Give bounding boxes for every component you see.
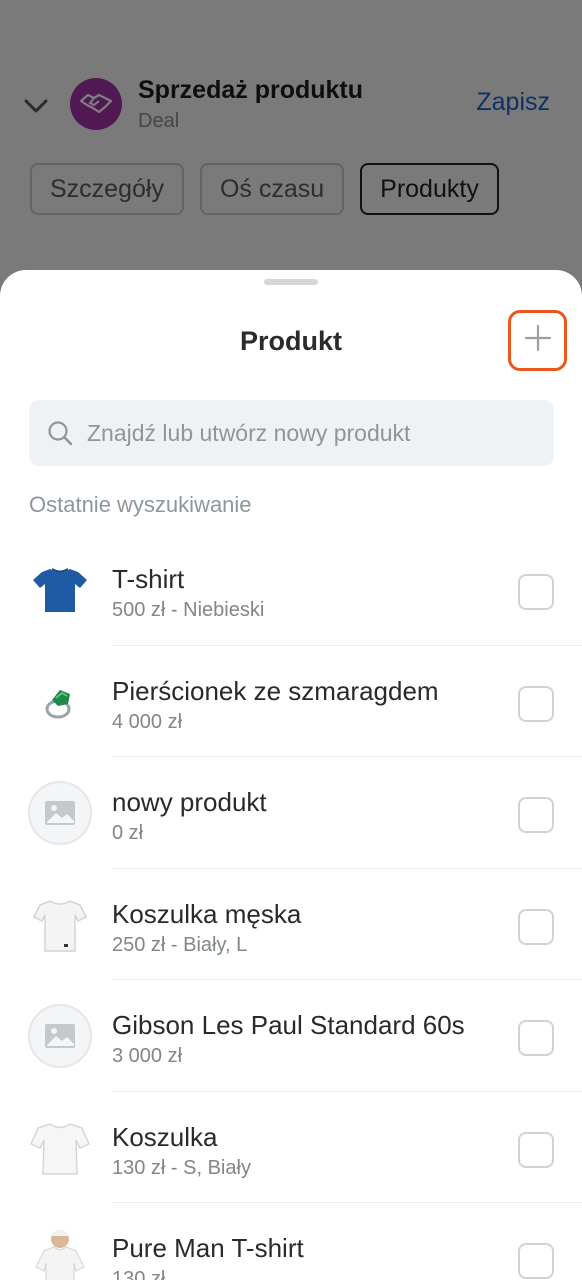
image-placeholder-icon [28, 781, 92, 845]
white-tshirt-image [28, 1116, 92, 1180]
product-meta: 4 000 zł [112, 710, 183, 733]
product-meta: 500 zł - Niebieski [112, 599, 265, 621]
product-checkbox[interactable] [518, 574, 554, 610]
list-item[interactable]: Koszulka 130 zł - S, Biały [0, 1092, 582, 1203]
product-checkbox[interactable] [518, 1131, 554, 1168]
deal-title: Sprzedaż produktu [138, 76, 364, 104]
search-box [29, 400, 554, 466]
product-checkbox[interactable] [518, 797, 554, 833]
sheet-title: Produkt [239, 326, 342, 356]
product-name: T-shirt [112, 564, 185, 594]
list-item[interactable]: T-shirt 500 zł - Niebieski [0, 534, 582, 646]
save-button[interactable]: Zapisz [476, 88, 550, 117]
product-meta: 130 zł - S, Biały [112, 1156, 251, 1179]
product-checkbox[interactable] [518, 1243, 554, 1279]
drag-handle[interactable] [264, 279, 318, 285]
search-input[interactable] [87, 400, 537, 466]
product-name: Pure Man T-shirt [112, 1233, 304, 1263]
blue-tshirt-image [28, 558, 92, 622]
plus-icon [523, 323, 553, 358]
deal-tabs: Szczegóły Oś czasu Produkty [30, 163, 499, 215]
product-meta: 250 zł - Biały, L [112, 933, 248, 956]
product-name: Koszulka męska [112, 898, 302, 929]
emerald-ring-image [28, 670, 92, 734]
chevron-down-icon[interactable] [22, 92, 50, 120]
deal-screen: Sprzedaż produktu Deal Zapisz Szczegóły … [0, 0, 582, 300]
deal-subtitle: Deal [138, 110, 180, 132]
product-name: Pierścionek ze szmaragdem [112, 675, 439, 706]
white-tshirt-image [28, 893, 92, 957]
product-name: Koszulka [112, 1121, 218, 1152]
product-checkbox[interactable] [518, 685, 554, 722]
man-tshirt-image [28, 1227, 92, 1280]
product-meta: 0 zł [112, 822, 144, 844]
search-icon [47, 420, 73, 446]
deal-header: Sprzedaż produktu Deal Zapisz [0, 70, 582, 140]
image-placeholder-icon [28, 1004, 92, 1068]
list-item[interactable]: Gibson Les Paul Standard 60s 3 000 zł [0, 980, 582, 1092]
list-item[interactable]: nowy produkt 0 zł [0, 757, 582, 869]
list-item[interactable]: Koszulka męska 250 zł - Biały, L [0, 869, 582, 980]
tab-timeline[interactable]: Oś czasu [199, 163, 345, 215]
product-name: nowy produkt [112, 787, 267, 817]
list-item[interactable]: Pierścionek ze szmaragdem 4 000 zł [0, 646, 582, 757]
product-meta: 130 zł [112, 1268, 166, 1280]
product-checkbox[interactable] [518, 908, 554, 945]
add-product-button[interactable] [508, 310, 567, 371]
product-meta: 3 000 zł [112, 1045, 183, 1067]
product-list: T-shirt 500 zł - Niebieski Pierścionek z… [0, 534, 582, 1280]
tab-products[interactable]: Produkty [360, 163, 499, 215]
tab-details[interactable]: Szczegóły [30, 163, 184, 215]
product-checkbox[interactable] [518, 1020, 554, 1056]
product-name: Gibson Les Paul Standard 60s [112, 1010, 465, 1040]
product-picker-sheet: Produkt Ostatnie wyszukiwanie T-shirt 50… [0, 270, 582, 1280]
handshake-icon [70, 78, 122, 130]
list-item[interactable]: Pure Man T-shirt 130 zł [0, 1203, 582, 1280]
recent-searches-label: Ostatnie wyszukiwanie [29, 492, 252, 517]
